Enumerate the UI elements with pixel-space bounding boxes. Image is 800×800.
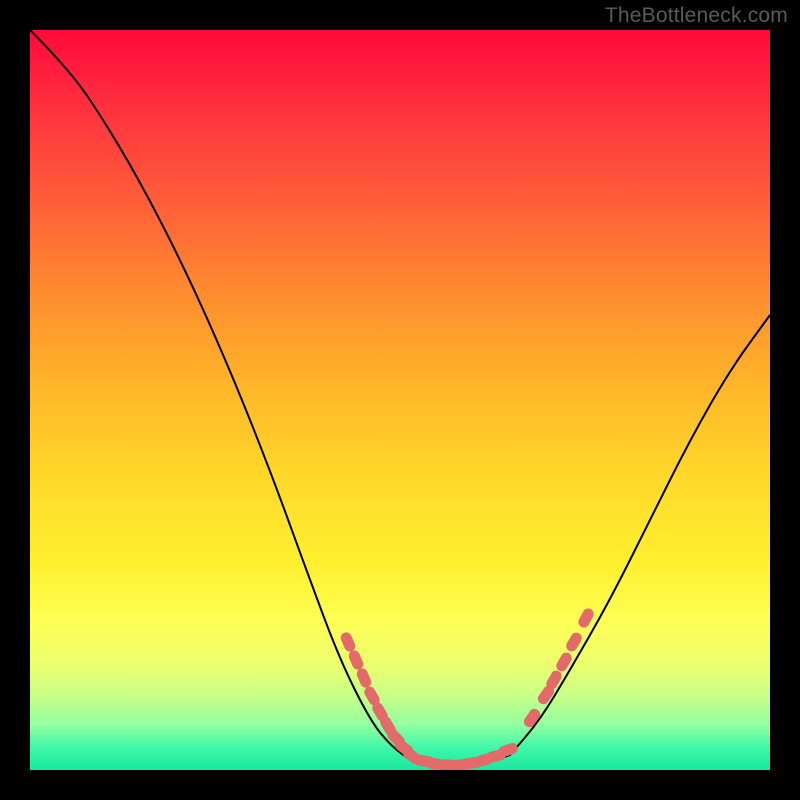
marker-dots bbox=[339, 607, 596, 770]
curve-path bbox=[30, 30, 770, 767]
chart-plot-area bbox=[30, 30, 770, 770]
chart-svg bbox=[30, 30, 770, 770]
marker-pill bbox=[355, 667, 373, 690]
marker-pill bbox=[347, 649, 365, 672]
watermark-text: TheBottleneck.com bbox=[605, 4, 788, 28]
marker-pill bbox=[576, 607, 595, 630]
marker-pill bbox=[339, 631, 357, 654]
bottleneck-curve bbox=[30, 30, 770, 767]
